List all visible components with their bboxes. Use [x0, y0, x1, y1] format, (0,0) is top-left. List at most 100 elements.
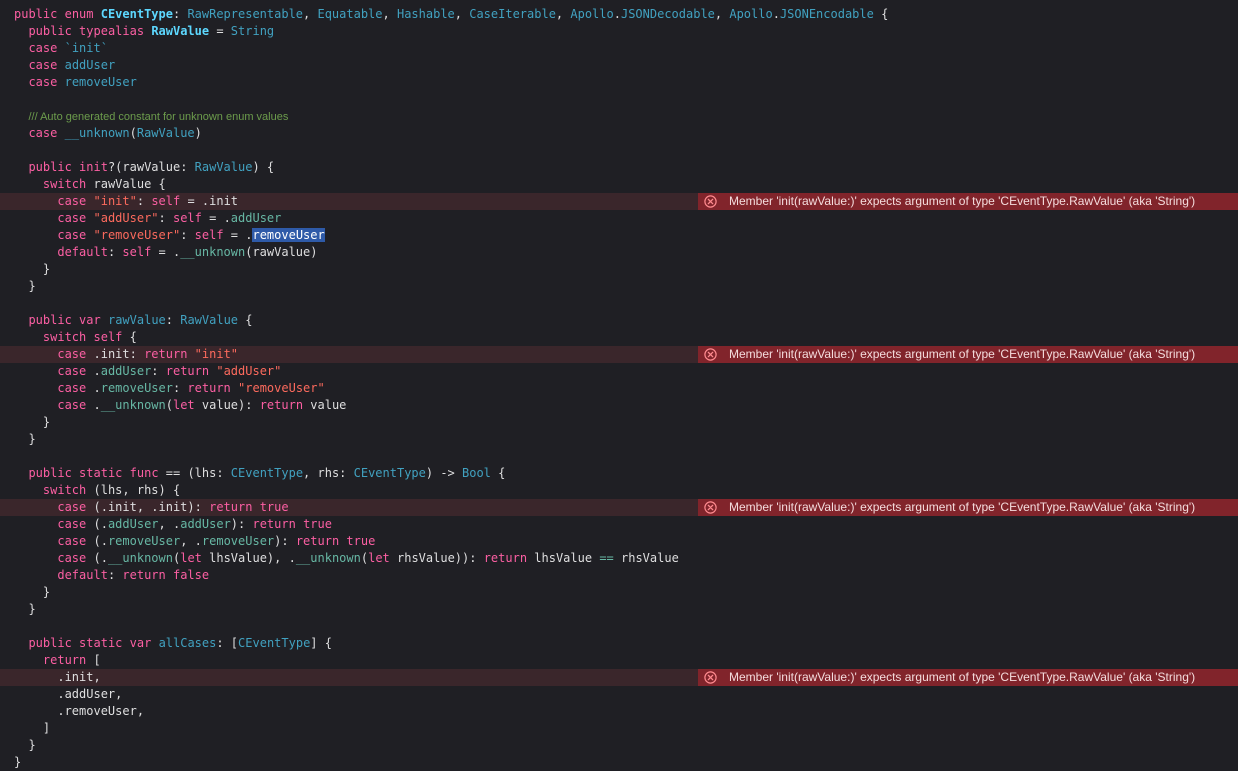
code-line[interactable]: ] — [0, 720, 1238, 737]
code-line[interactable]: case .__unknown(let value): return value — [0, 397, 1238, 414]
code-text: lhsValue), . — [201, 551, 296, 565]
code-member: addUser — [107, 517, 159, 531]
code-line[interactable]: } — [0, 431, 1238, 448]
code-keyword: let — [180, 551, 202, 565]
code-line[interactable]: } — [0, 754, 1238, 771]
code-line[interactable]: case (.removeUser, .removeUser): return … — [0, 533, 1238, 550]
code-text: rhsValue — [613, 551, 679, 565]
code-line-error[interactable]: case (.init, .init): return true Member … — [0, 499, 1238, 516]
code-line[interactable]: } — [0, 601, 1238, 618]
code-declaration: CEventType — [100, 7, 173, 21]
code-line[interactable] — [0, 142, 1238, 159]
code-member: __unknown — [295, 551, 361, 565]
code-text: ] { — [310, 636, 332, 650]
code-line[interactable]: public var rawValue: RawValue { — [0, 312, 1238, 329]
code-keyword: case — [57, 228, 87, 242]
error-x-circle-icon[interactable] — [704, 195, 717, 208]
code-text: .init, — [57, 670, 101, 684]
code-line[interactable]: switch self { — [0, 329, 1238, 346]
code-keyword: case — [57, 398, 87, 412]
code-line[interactable]: /// Auto generated constant for unknown … — [0, 108, 1238, 125]
code-line[interactable]: case __unknown(RawValue) — [0, 125, 1238, 142]
code-line[interactable]: case `init` — [0, 40, 1238, 57]
code-keyword: let — [368, 551, 390, 565]
code-line[interactable]: case .removeUser: return "removeUser" — [0, 380, 1238, 397]
code-line[interactable]: public static var allCases: [CEventType]… — [0, 635, 1238, 652]
code-text: rawValue { — [86, 177, 166, 191]
code-line[interactable]: public typealias RawValue = String — [0, 23, 1238, 40]
code-text: { — [873, 7, 889, 21]
code-line[interactable]: default: self = .__unknown(rawValue) — [0, 244, 1238, 261]
code-line[interactable]: switch rawValue { — [0, 176, 1238, 193]
code-line[interactable]: default: return false — [0, 567, 1238, 584]
code-comment: Auto generated constant for unknown enum… — [40, 111, 289, 123]
code-line[interactable] — [0, 295, 1238, 312]
code-keyword: self — [151, 194, 181, 208]
code-line[interactable]: case (.addUser, .addUser): return true — [0, 516, 1238, 533]
code-keyword: true — [303, 517, 332, 531]
code-text: ): — [274, 534, 296, 548]
code-line[interactable]: } — [0, 261, 1238, 278]
code-line[interactable]: public enum CEventType: RawRepresentable… — [0, 6, 1238, 23]
code-line[interactable]: case .addUser: return "addUser" — [0, 363, 1238, 380]
code-line[interactable]: .addUser, — [0, 686, 1238, 703]
error-annotation[interactable]: Member 'init(rawValue:)' expects argumen… — [698, 346, 1238, 363]
code-line[interactable]: } — [0, 414, 1238, 431]
code-line[interactable]: return [ — [0, 652, 1238, 669]
code-line[interactable]: .removeUser, — [0, 703, 1238, 720]
code-declaration: `init` — [64, 41, 108, 55]
error-x-circle-icon[interactable] — [704, 501, 717, 514]
code-member: removeUser — [107, 534, 181, 548]
code-text: [ — [86, 653, 101, 667]
code-line[interactable]: switch (lhs, rhs) { — [0, 482, 1238, 499]
code-keyword: case — [57, 551, 87, 565]
code-line[interactable]: public init?(rawValue: RawValue) { — [0, 159, 1238, 176]
code-type: Bool — [462, 466, 491, 480]
error-x-circle-icon[interactable] — [704, 671, 717, 684]
error-annotation[interactable]: Member 'init(rawValue:)' expects argumen… — [698, 669, 1238, 686]
code-line-error[interactable]: case "init": self = .init Member 'init(r… — [0, 193, 1238, 210]
code-member: addUser — [100, 364, 152, 378]
code-line[interactable]: case "removeUser": self = .removeUser — [0, 227, 1238, 244]
code-line[interactable]: public static func == (lhs: CEventType, … — [0, 465, 1238, 482]
code-type: Equatable — [317, 7, 383, 21]
code-line[interactable]: } — [0, 584, 1238, 601]
code-text: } — [14, 755, 22, 769]
error-annotation[interactable]: Member 'init(rawValue:)' expects argumen… — [698, 499, 1238, 516]
code-editor[interactable]: public enum CEventType: RawRepresentable… — [0, 6, 1238, 771]
code-line[interactable]: case addUser — [0, 57, 1238, 74]
code-line[interactable]: case removeUser — [0, 74, 1238, 91]
code-text: ( — [360, 551, 369, 565]
code-text: : — [172, 7, 188, 21]
code-line[interactable] — [0, 618, 1238, 635]
code-line[interactable]: } — [0, 278, 1238, 295]
error-annotation[interactable]: Member 'init(rawValue:)' expects argumen… — [698, 193, 1238, 210]
code-keyword: return — [165, 364, 210, 378]
code-line-error[interactable]: .init, Member 'init(rawValue:)' expects … — [0, 669, 1238, 686]
code-text: { — [238, 313, 253, 327]
code-text: : — [151, 364, 166, 378]
code-member: addUser — [180, 517, 231, 531]
code-line[interactable]: case (.__unknown(let lhsValue), .__unkno… — [0, 550, 1238, 567]
code-text: } — [28, 738, 36, 752]
code-line[interactable]: case "addUser": self = .addUser — [0, 210, 1238, 227]
code-text: } — [42, 262, 51, 276]
code-line-error[interactable]: case .init: return "init" Member 'init(r… — [0, 346, 1238, 363]
code-line[interactable] — [0, 448, 1238, 465]
code-line[interactable] — [0, 91, 1238, 108]
code-text: } — [28, 279, 36, 293]
code-line[interactable]: } — [0, 737, 1238, 754]
error-x-circle-icon[interactable] — [704, 348, 717, 361]
